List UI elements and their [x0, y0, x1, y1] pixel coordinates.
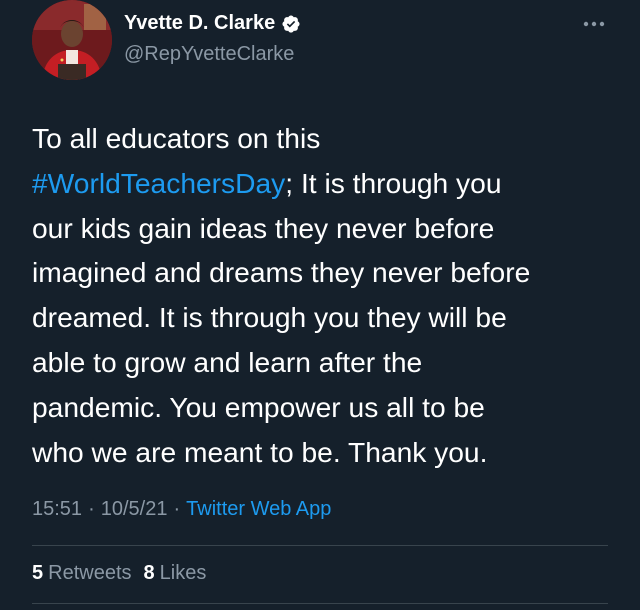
divider — [32, 545, 608, 546]
tweet-line: dreamed. It is through you they will be — [32, 301, 507, 334]
author-name-row[interactable]: Yvette D. Clarke — [124, 12, 301, 35]
retweets-label: Retweets — [48, 562, 132, 584]
likes-label: Likes — [159, 562, 207, 584]
avatar[interactable] — [32, 0, 112, 80]
author-handle[interactable]: @RepYvetteClarke — [124, 43, 294, 66]
more-dots-icon — [583, 21, 605, 27]
retweets-stat[interactable]: 5 Retweets — [32, 562, 132, 585]
more-options-button[interactable] — [580, 14, 608, 34]
tweet-time[interactable]: 15:51 — [32, 498, 82, 520]
tweet-date[interactable]: 10/5/21 — [101, 498, 168, 520]
tweet-line: #WorldTeachersDay; It is through you — [32, 161, 617, 206]
likes-count: 8 — [143, 562, 155, 584]
retweets-count: 5 — [32, 562, 44, 584]
hashtag-link[interactable]: #WorldTeachersDay — [32, 167, 285, 199]
meta-separator: · — [173, 498, 181, 520]
likes-stat[interactable]: 8 Likes — [144, 562, 207, 585]
tweet-line: able to grow and learn after the — [32, 345, 423, 378]
tweet-card: Yvette D. Clarke @RepYvetteClarke To all… — [0, 0, 640, 610]
tweet-meta: 15:51 · 10/5/21 · Twitter Web App — [32, 498, 331, 521]
profile-photo-icon — [32, 0, 112, 80]
display-name[interactable]: Yvette D. Clarke — [124, 12, 275, 35]
divider — [32, 603, 608, 604]
tweet-line: our kids gain ideas they never before — [32, 211, 495, 244]
meta-separator: · — [88, 498, 95, 520]
engagement-stats: 5 Retweets 8 Likes — [32, 562, 206, 585]
tweet-line: imagined and dreams they never before — [32, 256, 531, 289]
tweet-line: who we are meant to be. Thank you. — [32, 435, 488, 468]
tweet-line: pandemic. You empower us all to be — [32, 390, 485, 423]
verified-badge-icon — [281, 14, 301, 34]
tweet-text: To all educators on this #WorldTeachersD… — [32, 116, 617, 474]
tweet-line-text: ; It is through you — [285, 166, 502, 199]
tweet-line: To all educators on this — [32, 122, 321, 154]
tweet-source-link[interactable]: Twitter Web App — [186, 498, 331, 520]
